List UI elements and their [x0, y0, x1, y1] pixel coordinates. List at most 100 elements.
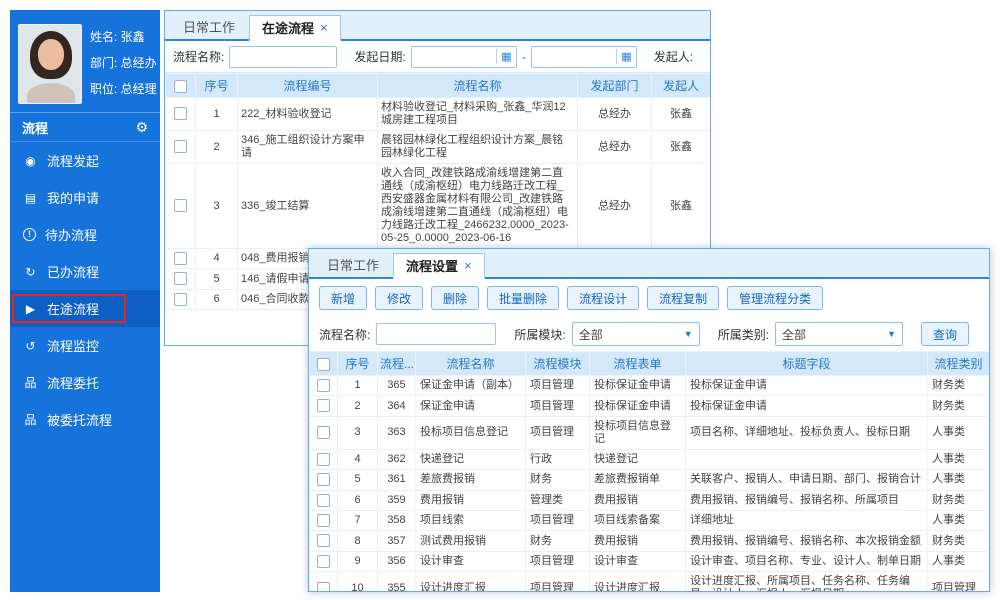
- cell-category: 财务类: [928, 376, 990, 396]
- cell-form: 项目线索备案: [590, 511, 686, 531]
- cell-category: 人事类: [928, 551, 990, 571]
- cell-code: 363: [378, 416, 416, 449]
- table-row[interactable]: 5361差旅费报销财务差旅费报销单关联客户、报销人、申请日期、部门、报销合计人事…: [310, 470, 990, 490]
- table-row[interactable]: 1222_材料验收登记材料验收登记_材料采购_张鑫_华润12城房建工程项目总经办…: [166, 98, 711, 131]
- column-header[interactable]: 流程模块: [526, 352, 590, 376]
- calendar-icon[interactable]: ▦: [616, 49, 635, 64]
- select-all-checkbox[interactable]: [317, 358, 330, 371]
- sidebar-item-initiate[interactable]: ◉流程发起: [10, 142, 160, 179]
- panel1-tab-1[interactable]: 日常工作: [171, 13, 247, 39]
- sitemap-icon: 品: [23, 411, 38, 428]
- column-header[interactable]: 标题字段: [686, 352, 928, 376]
- manage-categories-button[interactable]: 管理流程分类: [727, 286, 823, 310]
- gear-icon[interactable]: ⚙: [135, 119, 148, 136]
- column-header[interactable]: 序号: [338, 352, 378, 376]
- cell-name: 设计进度汇报: [416, 572, 526, 592]
- row-checkbox[interactable]: [317, 514, 330, 527]
- column-header[interactable]: 流程编号: [238, 74, 378, 98]
- process-name-input[interactable]: [229, 46, 337, 68]
- cell-code: 359: [378, 490, 416, 510]
- column-header[interactable]: 发起部门: [578, 74, 652, 98]
- column-header[interactable]: 流程名称: [378, 74, 578, 98]
- table-row[interactable]: 2364保证金申请项目管理投标保证金申请投标保证金申请财务类: [310, 396, 990, 416]
- calendar-icon[interactable]: ▦: [496, 49, 515, 64]
- row-checkbox[interactable]: [317, 494, 330, 507]
- cell-title-fields: 详细地址: [686, 511, 928, 531]
- add-button[interactable]: 新增: [319, 286, 367, 310]
- sidebar-item-delegated[interactable]: 品被委托流程: [10, 401, 160, 438]
- sidebar-item-delegate[interactable]: 品流程委托: [10, 364, 160, 401]
- cell-code: 355: [378, 572, 416, 592]
- table-row[interactable]: 8357测试费用报销财务费用报销费用报销、报销编号、报销名称、本次报销金额财务类: [310, 531, 990, 551]
- row-checkbox[interactable]: [317, 582, 330, 592]
- table-row[interactable]: 7358项目线索项目管理项目线索备案详细地址人事类: [310, 511, 990, 531]
- process-settings-panel: 日常工作流程设置× 新增修改删除批量删除流程设计流程复制管理流程分类 流程名称:…: [308, 248, 990, 592]
- panel2-tab-1[interactable]: 日常工作: [315, 251, 391, 277]
- cell-no: 2: [338, 396, 378, 416]
- table-row[interactable]: 4362快递登记行政快递登记人事类: [310, 449, 990, 469]
- cell-module: 项目管理: [526, 551, 590, 571]
- table-row[interactable]: 3336_竣工结算收入合同_改建铁路成渝线增建第二直通线（成渝枢纽）电力线路迁改…: [166, 164, 711, 249]
- modify-button[interactable]: 修改: [375, 286, 423, 310]
- table-row[interactable]: 6359费用报销管理类费用报销费用报销、报销编号、报销名称、所属项目财务类: [310, 490, 990, 510]
- select-all-checkbox[interactable]: [174, 80, 187, 93]
- sidebar-item-monitor[interactable]: ↺流程监控: [10, 327, 160, 364]
- row-checkbox[interactable]: [174, 293, 187, 306]
- row-checkbox[interactable]: [174, 252, 187, 265]
- column-header[interactable]: 流程类别: [928, 352, 990, 376]
- process-design-button[interactable]: 流程设计: [567, 286, 639, 310]
- sidebar-item-done[interactable]: ↻已办流程: [10, 253, 160, 290]
- module-select[interactable]: 全部 ▼: [572, 322, 700, 346]
- date-to-input[interactable]: ▦: [531, 46, 637, 68]
- column-header[interactable]: 流程表单: [590, 352, 686, 376]
- row-checkbox[interactable]: [317, 379, 330, 392]
- delete-button[interactable]: 删除: [431, 286, 479, 310]
- sidebar-item-label: 待办流程: [45, 225, 97, 244]
- row-checkbox[interactable]: [317, 534, 330, 547]
- cell-form: 费用报销: [590, 531, 686, 551]
- cell-name: 收入合同_改建铁路成渝线增建第二直通线（成渝枢纽）电力线路迁改工程_西安盛器金属…: [378, 164, 578, 249]
- table-row[interactable]: 9356设计审查项目管理设计审查设计审查、项目名称、专业、设计人、制单日期人事类: [310, 551, 990, 571]
- cell-no: 8: [338, 531, 378, 551]
- initiator-label: 发起人:: [654, 48, 693, 65]
- column-header[interactable]: 流程...: [378, 352, 416, 376]
- sidebar-item-my-apply[interactable]: ▤我的申请: [10, 179, 160, 216]
- column-header[interactable]: 序号: [196, 74, 238, 98]
- column-header[interactable]: 流程名称: [416, 352, 526, 376]
- row-checkbox[interactable]: [317, 426, 330, 439]
- row-checkbox[interactable]: [174, 272, 187, 285]
- sidebar-item-todo[interactable]: !待办流程: [10, 216, 160, 253]
- cell-no: 1: [196, 98, 238, 131]
- row-checkbox[interactable]: [174, 199, 187, 212]
- cell-no: 4: [196, 249, 238, 269]
- table-row[interactable]: 2346_施工组织设计方案申请晨铭园林绿化工程组织设计方案_晨铭园林绿化工程总经…: [166, 131, 711, 164]
- row-checkbox[interactable]: [317, 473, 330, 486]
- cell-name: 投标项目信息登记: [416, 416, 526, 449]
- cell-module: 行政: [526, 449, 590, 469]
- cell-module: 财务: [526, 531, 590, 551]
- row-checkbox[interactable]: [174, 107, 187, 120]
- date-from-input[interactable]: ▦: [411, 46, 517, 68]
- row-checkbox[interactable]: [317, 555, 330, 568]
- panel1-tab-2[interactable]: 在途流程×: [249, 15, 341, 41]
- cell-title-fields: 投标保证金申请: [686, 376, 928, 396]
- row-checkbox[interactable]: [317, 453, 330, 466]
- process-copy-button[interactable]: 流程复制: [647, 286, 719, 310]
- sidebar-item-in-transit[interactable]: ▶在途流程: [10, 290, 160, 327]
- tab-close-icon[interactable]: ×: [320, 20, 328, 35]
- cell-no: 2: [196, 131, 238, 164]
- table-row[interactable]: 3363投标项目信息登记项目管理投标项目信息登记项目名称、详细地址、投标负责人、…: [310, 416, 990, 449]
- batch-delete-button[interactable]: 批量删除: [487, 286, 559, 310]
- category-select[interactable]: 全部 ▼: [775, 322, 903, 346]
- table-row[interactable]: 1365保证金申请（副本）项目管理投标保证金申请投标保证金申请财务类: [310, 376, 990, 396]
- sitemap-icon: 品: [23, 374, 38, 391]
- cell-form: 设计审查: [590, 551, 686, 571]
- row-checkbox[interactable]: [174, 140, 187, 153]
- panel2-tab-2[interactable]: 流程设置×: [393, 253, 485, 279]
- row-checkbox[interactable]: [317, 399, 330, 412]
- process-name-input[interactable]: [376, 323, 496, 345]
- table-row[interactable]: 10355设计进度汇报项目管理设计进度汇报设计进度汇报、所属项目、任务名称、任务…: [310, 572, 990, 592]
- query-button[interactable]: 查询: [921, 322, 969, 346]
- column-header[interactable]: 发起人: [652, 74, 711, 98]
- tab-close-icon[interactable]: ×: [464, 258, 472, 273]
